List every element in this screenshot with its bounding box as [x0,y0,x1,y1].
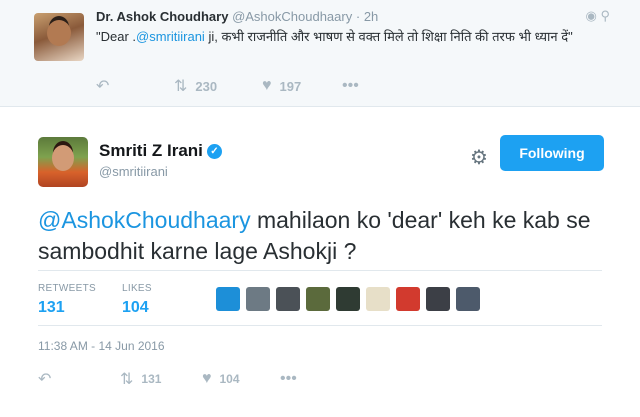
reply-icon: ↶ [38,371,52,388]
reply-icon: ↶ [96,78,110,95]
reply-button[interactable]: ↶ [96,76,174,96]
author-name[interactable]: Dr. Ashok Choudhary [96,9,228,24]
separator-dot: · [355,9,361,24]
more-button[interactable]: ••• [342,77,367,95]
retweet-icon: ⇅ [120,371,134,388]
liker-avatar[interactable] [246,287,270,311]
avatar[interactable] [34,13,84,61]
tweet-actions: ↶ ⇅ 131 ♥ 104 ••• [38,369,305,389]
retweet-count: 131 [141,372,162,386]
avatar[interactable] [38,137,88,187]
like-count: 104 [219,372,240,386]
liker-avatar[interactable] [306,287,330,311]
author-handle[interactable]: @smritiirani [99,164,168,179]
tweet-date[interactable]: 11:38 AM - 14 Jun 2016 [38,339,165,353]
globe-icon: ◉ [585,8,597,23]
more-button[interactable]: ••• [280,370,305,388]
liker-avatar[interactable] [426,287,450,311]
retweets-value: 131 [38,299,65,316]
reply-meta-icons: ◉ ⚲ [586,8,611,24]
text-prefix: "Dear . [96,29,137,44]
more-icon: ••• [342,77,359,94]
likes-label: LIKES [122,283,152,294]
author-handle[interactable]: @AshokChoudhaary [232,9,352,24]
heart-icon: ♥ [202,370,212,387]
tweet-text: @AshokChoudhaary mahilaon ko 'dear' keh … [38,205,608,267]
likes-stat[interactable]: LIKES 104 [122,283,152,317]
gear-icon[interactable]: ⚙ [470,145,488,170]
heart-icon: ♥ [262,77,272,94]
more-icon: ••• [280,370,297,387]
retweets-label: RETWEETS [38,283,96,294]
retweet-button[interactable]: ⇅ 230 [174,76,262,96]
liker-avatar[interactable] [336,287,360,311]
location-icon: ⚲ [600,8,610,23]
liker-avatar[interactable] [276,287,300,311]
liker-avatar[interactable] [366,287,390,311]
like-button[interactable]: ♥ 197 [262,77,342,95]
author-name[interactable]: Smriti Z Irani ✓ [99,141,222,161]
reply-tweet[interactable]: Dr. Ashok Choudhary @AshokChoudhaary · 2… [0,0,640,107]
retweets-stat[interactable]: RETWEETS 131 [38,283,96,317]
retweet-count: 230 [195,78,218,94]
liker-avatar[interactable] [456,287,480,311]
liker-avatars [216,287,486,311]
reply-header: Dr. Ashok Choudhary @AshokChoudhaary · 2… [96,9,378,24]
timestamp[interactable]: 2h [364,9,378,24]
reply-text: "Dear .@smritiirani ji, कभी राजनीति और भ… [96,28,596,46]
main-tweet: Smriti Z Irani ✓ @smritiirani ⚙ Following… [0,107,640,417]
liker-avatar[interactable] [216,287,240,311]
like-count: 197 [279,78,302,94]
likes-value: 104 [122,299,149,316]
retweet-button[interactable]: ⇅ 131 [120,369,202,389]
reply-button[interactable]: ↶ [38,369,120,389]
mention-link[interactable]: @AshokChoudhaary [38,207,251,233]
reply-actions: ↶ ⇅ 230 ♥ 197 ••• [96,76,367,96]
following-button[interactable]: Following [500,135,604,171]
text-suffix: ji, कभी राजनीति और भाषण से वक्त मिले तो … [204,29,573,44]
author-name-text: Smriti Z Irani [99,141,203,160]
mention-link[interactable]: @smritiirani [136,29,205,44]
tweet-stats: RETWEETS 131 LIKES 104 [38,270,602,326]
liker-avatar[interactable] [396,287,420,311]
retweet-icon: ⇅ [174,78,188,95]
verified-badge-icon: ✓ [206,144,222,160]
like-button[interactable]: ♥ 104 [202,370,280,388]
